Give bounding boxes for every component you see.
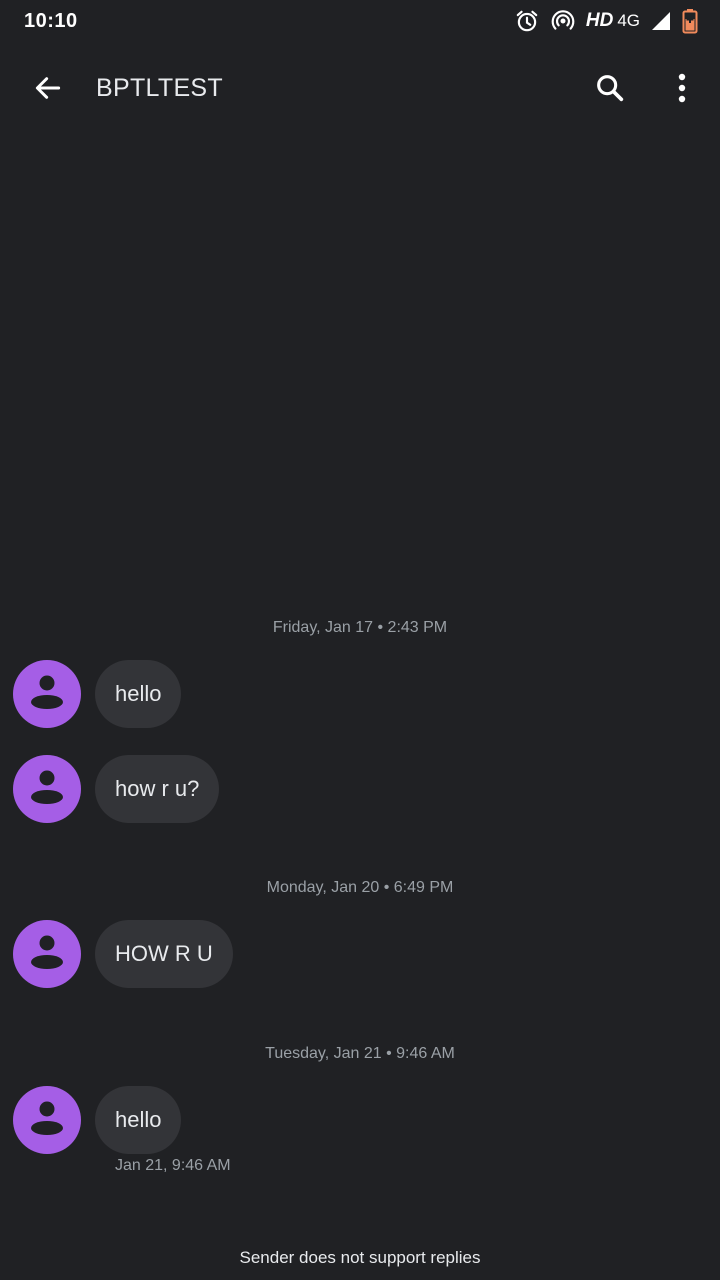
more-vert-icon [677,73,687,108]
date-divider: Monday, Jan 20 • 6:49 PM [266,879,454,896]
search-button[interactable] [588,68,632,112]
message-bubble[interactable]: hello [95,660,182,728]
battery-icon [682,8,698,34]
app-bar: BPTLTEST [0,48,720,128]
message-row[interactable]: hello [13,1086,182,1154]
message-row[interactable]: how r u? [13,755,220,823]
message-row[interactable]: HOW R U [13,920,233,988]
more-options-button[interactable] [662,68,702,112]
search-icon [593,71,627,110]
message-bubble[interactable]: hello [95,1086,182,1154]
network-type: 4G [617,11,640,30]
message-bubble[interactable]: how r u? [95,755,220,823]
avatar[interactable] [13,660,81,728]
date-divider: Friday, Jan 17 • 2:43 PM [272,619,448,636]
avatar[interactable] [13,1086,81,1154]
status-icons: HD 4G [514,8,698,34]
back-button[interactable] [28,70,68,110]
status-time: 10:10 [24,9,78,32]
person-icon [27,931,67,978]
back-arrow-icon [32,72,64,109]
message-timestamp: Jan 21, 9:46 AM [115,1157,231,1174]
message-row[interactable]: hello [13,660,182,728]
alarm-icon [514,8,540,34]
status-bar: 10:10 HD 4G [0,0,720,42]
person-icon [27,1097,67,1144]
date-divider: Tuesday, Jan 21 • 9:46 AM [265,1045,455,1062]
person-icon [27,671,67,718]
conversation-title: BPTLTEST [96,74,223,102]
no-reply-notice: Sender does not support replies [239,1248,481,1267]
avatar[interactable] [13,920,81,988]
avatar[interactable] [13,755,81,823]
message-bubble[interactable]: HOW R U [95,920,233,988]
person-icon [27,766,67,813]
hd-badge: HD [585,10,614,31]
signal-icon [650,10,672,32]
hotspot-icon [550,8,576,34]
